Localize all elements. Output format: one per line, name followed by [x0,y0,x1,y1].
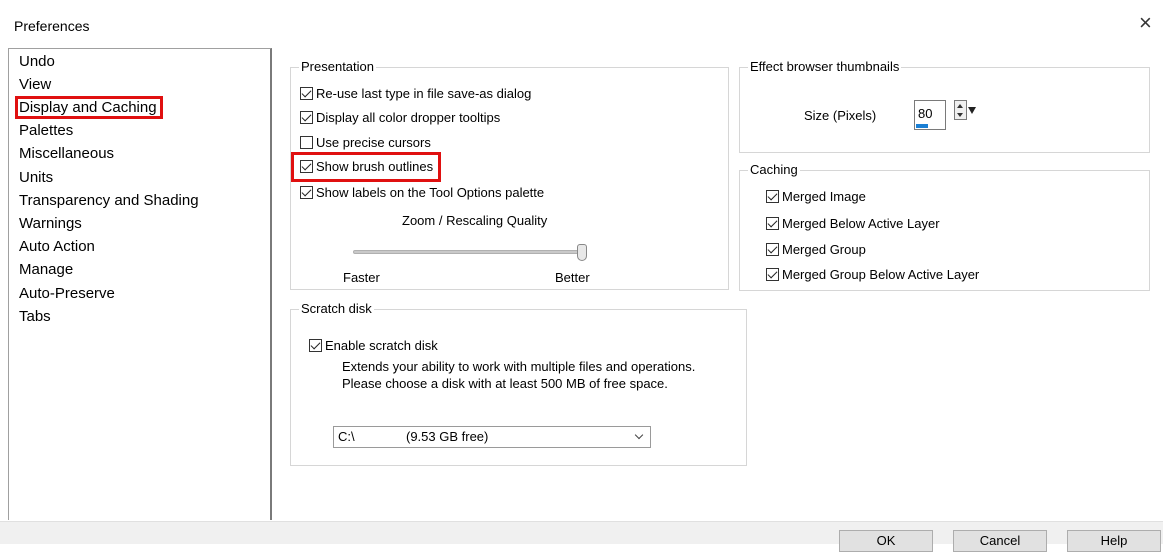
checkbox-checked-icon[interactable] [766,217,779,230]
scratch-disk-group-label: Scratch disk [299,301,374,317]
option-use-precise-cursors[interactable]: Use precise cursors [300,134,431,152]
spin-up-icon[interactable] [957,104,963,108]
option-merged-below-active-layer[interactable]: Merged Below Active Layer [766,215,940,233]
close-icon[interactable]: × [1139,12,1152,34]
option-label: Display all color dropper tooltips [316,110,501,125]
sidebar-item-label: Warnings [19,215,82,232]
scratch-description-line1: Extends your ability to work with multip… [342,359,696,374]
sidebar-item-display-and-caching[interactable]: Display and Caching [15,96,163,119]
cancel-button[interactable]: Cancel [953,530,1047,552]
scratch-drive-select[interactable]: C:\ (9.53 GB free) [333,426,651,448]
option-label: Enable scratch disk [325,338,438,353]
sidebar-item-manage[interactable]: Manage [19,259,73,281]
presentation-group: Presentation Re-use last type in file sa… [290,59,729,290]
checkbox-checked-icon[interactable] [300,186,313,199]
scratch-disk-group: Scratch disk Enable scratch disk Extends… [290,301,747,466]
sidebar-item-undo[interactable]: Undo [19,51,55,73]
caching-group: Caching Merged Image Merged Below Active… [739,162,1150,291]
sidebar-item-label: Manage [19,261,74,278]
drive-letter: C:\ [338,429,355,444]
size-pixels-progress [916,124,928,128]
spin-dropdown-icon[interactable] [968,107,976,114]
sidebar-item-miscellaneous[interactable]: Miscellaneous [19,143,114,165]
slider-max-label: Better [555,270,590,285]
option-merged-group[interactable]: Merged Group [766,241,866,259]
window-title: Preferences [14,18,90,34]
option-display-color-dropper-tooltips[interactable]: Display all color dropper tooltips [300,109,500,127]
thumbnails-group: Effect browser thumbnails Size (Pixels) … [739,59,1150,153]
checkbox-checked-icon[interactable] [766,243,779,256]
option-label: Use precise cursors [316,135,431,150]
sidebar-item-auto-preserve[interactable]: Auto-Preserve [19,283,115,305]
drive-free-space: (9.53 GB free) [406,429,489,444]
sidebar: Undo View Display and Caching Palettes M… [8,48,272,520]
scratch-description-line2: Please choose a disk with at least 500 M… [342,376,668,391]
sidebar-item-warnings[interactable]: Warnings [19,213,82,235]
quality-slider-thumb[interactable] [577,244,587,261]
ok-button[interactable]: OK [839,530,933,552]
option-merged-image[interactable]: Merged Image [766,188,866,206]
checkbox-checked-icon[interactable] [300,111,313,124]
size-pixels-label: Size (Pixels) [804,108,877,123]
checkbox-checked-icon[interactable] [300,87,313,100]
sidebar-item-label: Units [19,169,54,186]
help-button[interactable]: Help [1067,530,1161,552]
sidebar-item-palettes[interactable]: Palettes [19,120,73,142]
size-pixels-value: 80 [918,106,933,121]
checkbox-checked-icon[interactable] [766,190,779,203]
checkbox-checked-icon[interactable] [300,160,313,173]
sidebar-item-label: Palettes [19,122,74,139]
checkbox-unchecked-icon[interactable] [300,136,313,149]
zoom-quality-label: Zoom / Rescaling Quality [402,213,548,228]
sidebar-item-label: View [19,76,52,93]
sidebar-item-label: Auto Action [19,238,95,255]
chevron-down-icon[interactable] [634,430,644,440]
option-enable-scratch-disk[interactable]: Enable scratch disk [309,337,438,355]
thumbnails-group-label: Effect browser thumbnails [748,59,902,75]
option-reuse-last-type[interactable]: Re-use last type in file save-as dialog [300,85,531,103]
sidebar-item-label: Display and Caching [15,96,163,119]
sidebar-item-label: Transparency and Shading [19,192,199,209]
slider-min-label: Faster [343,270,380,285]
sidebar-item-label: Miscellaneous [19,145,115,162]
option-label: Merged Below Active Layer [782,216,940,231]
option-label: Show labels on the Tool Options palette [316,185,545,200]
option-show-labels-tool-options[interactable]: Show labels on the Tool Options palette [300,184,544,202]
sidebar-item-view[interactable]: View [19,74,51,96]
checkbox-checked-icon[interactable] [309,339,322,352]
sidebar-item-units[interactable]: Units [19,167,53,189]
sidebar-item-label: Auto-Preserve [19,285,115,302]
option-label: Show brush outlines [316,159,434,174]
size-spin-buttons[interactable] [954,100,967,120]
sidebar-item-tabs[interactable]: Tabs [19,306,51,328]
sidebar-item-label: Tabs [19,308,51,325]
presentation-group-label: Presentation [299,59,376,75]
option-label: Merged Image [782,189,866,204]
checkbox-checked-icon[interactable] [766,268,779,281]
option-label: Merged Group [782,242,866,257]
sidebar-item-transparency-and-shading[interactable]: Transparency and Shading [19,190,199,212]
option-label: Re-use last type in file save-as dialog [316,86,532,101]
sidebar-item-auto-action[interactable]: Auto Action [19,236,95,258]
slider-track[interactable] [353,250,587,254]
content-panel: Presentation Re-use last type in file sa… [274,48,1163,520]
spin-down-icon[interactable] [957,113,963,117]
option-label: Merged Group Below Active Layer [782,267,980,282]
option-show-brush-outlines[interactable]: Show brush outlines [300,158,433,176]
option-merged-group-below-active-layer[interactable]: Merged Group Below Active Layer [766,266,979,284]
sidebar-item-label: Undo [19,53,55,70]
caching-group-label: Caching [748,162,800,178]
